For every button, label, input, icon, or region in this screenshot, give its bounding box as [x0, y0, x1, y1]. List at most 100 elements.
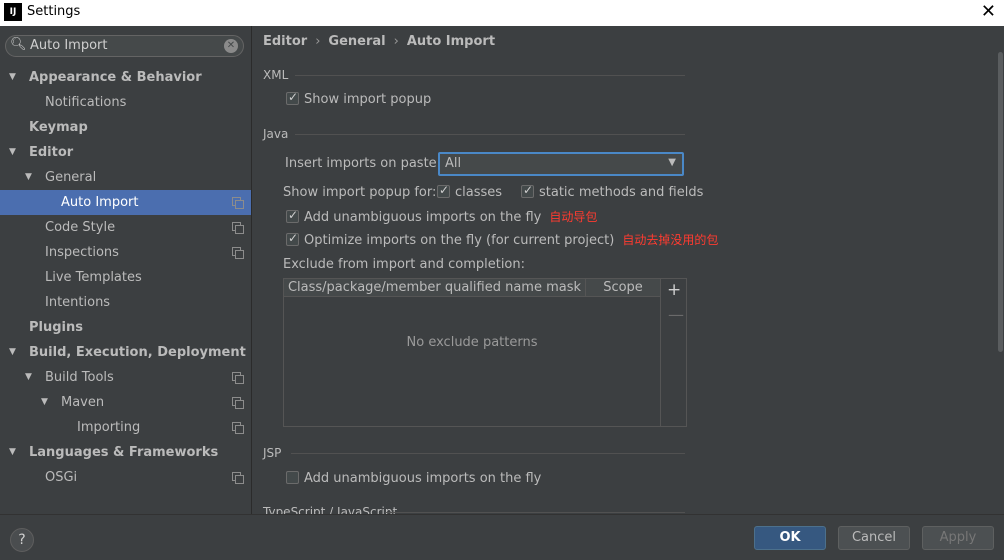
- breadcrumb-separator: ›: [315, 34, 321, 49]
- add-unambiguous-java-checkbox[interactable]: Add unambiguous imports on the fly 自动导包: [286, 208, 597, 225]
- checkbox-box[interactable]: [286, 90, 299, 105]
- insert-imports-dropdown[interactable]: All ▼: [438, 152, 684, 176]
- expand-arrow-icon[interactable]: ▼: [9, 65, 16, 90]
- tree-item-live-templates[interactable]: Live Templates: [0, 265, 251, 290]
- checkbox-box[interactable]: [521, 183, 534, 198]
- add-unambiguous-jsp-label: Add unambiguous imports on the fly: [304, 471, 542, 486]
- title-bar: IJ Settings ✕: [0, 0, 1004, 26]
- column-header-mask[interactable]: Class/package/member qualified name mask: [284, 279, 586, 296]
- section-title-jsp: JSP: [263, 446, 282, 460]
- project-settings-icon: [232, 372, 244, 384]
- tree-item-maven[interactable]: ▼ Maven: [0, 390, 251, 415]
- dialog-footer: ? OK Cancel Apply: [0, 514, 1004, 560]
- tree-item-label: Build Tools: [45, 370, 114, 385]
- tree-item-label: Editor: [29, 145, 74, 160]
- expand-arrow-icon[interactable]: ▼: [9, 140, 16, 165]
- tree-item-keymap[interactable]: Keymap: [0, 115, 251, 140]
- settings-sidebar: 🔍︎ Auto Import ✕ ▼ Appearance & Behavior N…: [0, 26, 252, 514]
- apply-button[interactable]: Apply: [922, 526, 994, 550]
- tree-item-build-execution-deployment[interactable]: ▼ Build, Execution, Deployment: [0, 340, 251, 365]
- checkbox-box[interactable]: [437, 183, 450, 198]
- breadcrumb-editor[interactable]: Editor: [263, 34, 307, 49]
- tree-item-build-tools[interactable]: ▼ Build Tools: [0, 365, 251, 390]
- tree-item-appearance-behavior[interactable]: ▼ Appearance & Behavior: [0, 65, 251, 90]
- tree-item-auto-import[interactable]: Auto Import: [0, 190, 251, 215]
- search-input-value: Auto Import: [30, 38, 108, 53]
- tree-item-label: Code Style: [45, 220, 116, 235]
- checkbox-box[interactable]: [286, 471, 299, 484]
- project-settings-icon: [232, 422, 244, 434]
- tree-item-label: General: [45, 170, 97, 185]
- tree-item-label: Languages & Frameworks: [29, 445, 219, 460]
- static-methods-checkbox[interactable]: static methods and fields: [521, 183, 703, 200]
- tree-item-code-style[interactable]: Code Style: [0, 215, 251, 240]
- close-icon[interactable]: ✕: [981, 1, 996, 22]
- chevron-down-icon: ▼: [668, 157, 676, 168]
- column-header-scope[interactable]: Scope: [586, 279, 660, 296]
- remove-icon[interactable]: —: [668, 305, 684, 324]
- insert-imports-label: Insert imports on paste:: [285, 156, 442, 171]
- project-settings-icon: [232, 222, 244, 234]
- add-unambiguous-label: Add unambiguous imports on the fly: [304, 210, 542, 225]
- add-icon[interactable]: +: [667, 280, 681, 300]
- expand-arrow-icon[interactable]: ▼: [9, 340, 16, 365]
- expand-arrow-icon[interactable]: ▼: [25, 365, 32, 390]
- optimize-imports-label: Optimize imports on the fly (for current…: [304, 233, 615, 248]
- cancel-button[interactable]: Cancel: [838, 526, 910, 550]
- vertical-scrollbar[interactable]: [998, 52, 1003, 352]
- tree-item-label: Intentions: [45, 295, 111, 310]
- expand-arrow-icon[interactable]: ▼: [9, 440, 16, 465]
- tree-item-label: Auto Import: [61, 195, 139, 210]
- tree-item-label: Live Templates: [45, 270, 142, 285]
- table-toolbar: + —: [661, 278, 687, 427]
- section-divider: [291, 453, 685, 454]
- insert-imports-value: All: [445, 156, 462, 171]
- show-import-popup-xml-checkbox[interactable]: Show import popup: [286, 90, 432, 107]
- tree-item-label: Notifications: [45, 95, 127, 110]
- breadcrumb: Editor › General › Auto Import: [263, 34, 495, 49]
- search-input[interactable]: 🔍︎ Auto Import ✕: [5, 35, 244, 57]
- section-divider: [295, 75, 685, 76]
- tree-item-label: Keymap: [29, 120, 88, 135]
- project-settings-icon: [232, 397, 244, 409]
- annotation-remove-unused: 自动去掉没用的包: [622, 233, 719, 247]
- tree-item-plugins[interactable]: Plugins: [0, 315, 251, 340]
- tree-item-inspections[interactable]: Inspections: [0, 240, 251, 265]
- expand-arrow-icon[interactable]: ▼: [25, 165, 32, 190]
- tree-item-label: Plugins: [29, 320, 83, 335]
- breadcrumb-general[interactable]: General: [328, 34, 385, 49]
- project-settings-icon: [232, 472, 244, 484]
- settings-tree: ▼ Appearance & Behavior Notifications Keyma…: [0, 65, 251, 490]
- show-popup-for-row: Show import popup for:: [283, 185, 436, 200]
- search-icon[interactable]: 🔍︎: [10, 37, 27, 52]
- expand-arrow-icon[interactable]: ▼: [41, 390, 48, 415]
- ok-button[interactable]: OK: [754, 526, 826, 550]
- clear-search-icon[interactable]: ✕: [224, 39, 238, 53]
- tree-item-label: OSGi: [45, 470, 78, 485]
- table-header: Class/package/member qualified name mask…: [284, 279, 660, 297]
- section-divider: [295, 134, 685, 135]
- checkbox-box[interactable]: [286, 231, 299, 246]
- tree-item-languages-frameworks[interactable]: ▼ Languages & Frameworks: [0, 440, 251, 465]
- tree-item-intentions[interactable]: Intentions: [0, 290, 251, 315]
- tree-item-general[interactable]: ▼ General: [0, 165, 251, 190]
- add-unambiguous-jsp-checkbox[interactable]: Add unambiguous imports on the fly: [286, 471, 541, 486]
- project-settings-icon: [232, 247, 244, 259]
- show-import-popup-label: Show import popup: [304, 92, 432, 107]
- help-button[interactable]: ?: [10, 528, 34, 552]
- section-divider: [385, 512, 685, 513]
- optimize-imports-checkbox[interactable]: Optimize imports on the fly (for current…: [286, 231, 718, 248]
- checkbox-box[interactable]: [286, 208, 299, 223]
- breadcrumb-auto-import: Auto Import: [406, 34, 496, 49]
- tree-item-notifications[interactable]: Notifications: [0, 90, 251, 115]
- tree-item-label: Inspections: [45, 245, 119, 260]
- project-settings-icon: [232, 197, 244, 209]
- classes-checkbox[interactable]: classes: [437, 183, 503, 200]
- exclude-patterns-table[interactable]: Class/package/member qualified name mask…: [283, 278, 661, 427]
- exclude-label: Exclude from import and completion:: [283, 257, 525, 272]
- tree-item-importing[interactable]: Importing: [0, 415, 251, 440]
- tree-item-editor[interactable]: ▼ Editor: [0, 140, 251, 165]
- classes-label: classes: [455, 185, 503, 200]
- section-title-java: Java: [263, 127, 289, 141]
- tree-item-osgi[interactable]: OSGi: [0, 465, 251, 490]
